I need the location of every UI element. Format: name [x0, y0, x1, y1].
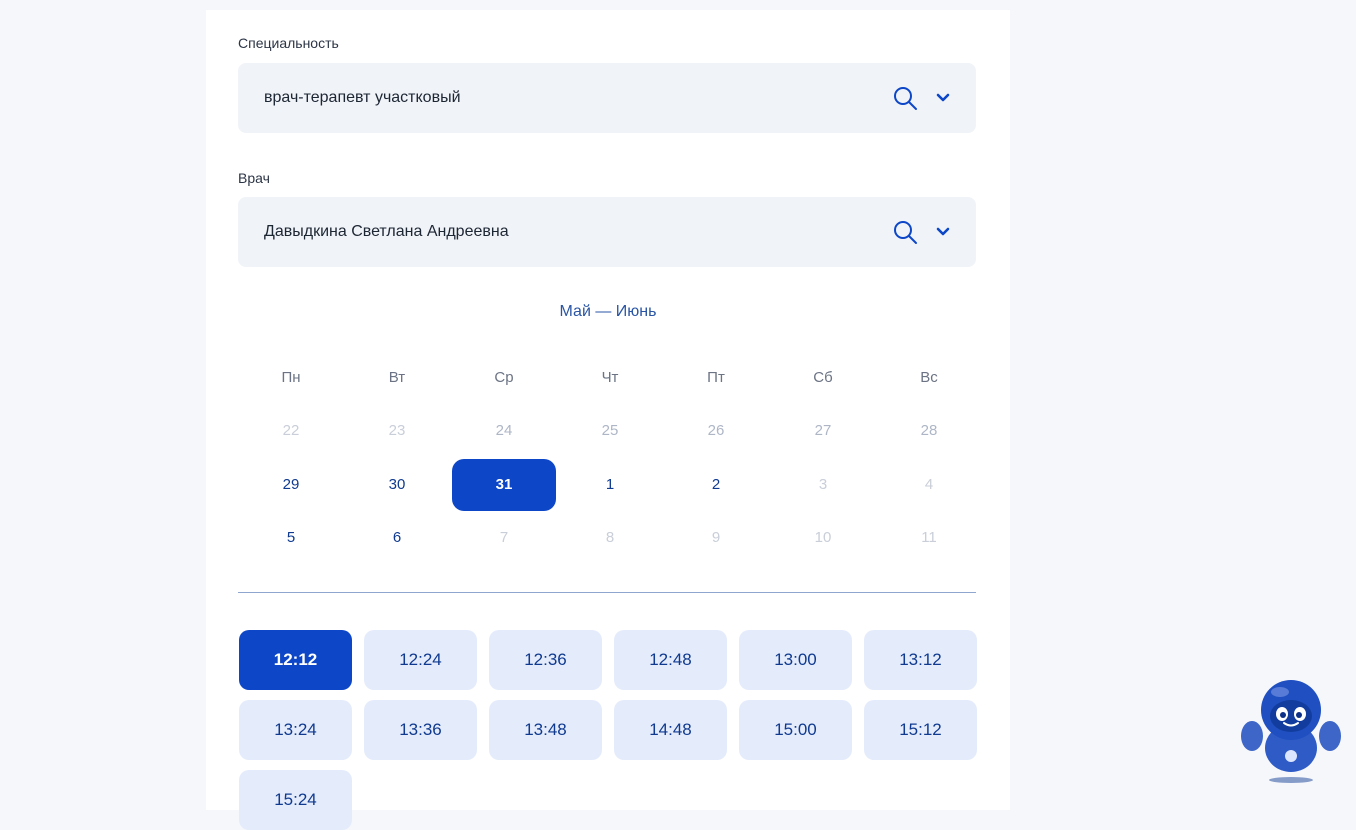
weekday-label: Пн	[281, 369, 301, 386]
calendar-day[interactable]: 5	[239, 512, 343, 564]
calendar-day: 24	[495, 422, 513, 439]
specialty-value: врач-терапевт участковый	[264, 89, 461, 106]
weekday-label: Сб	[813, 369, 833, 386]
time-slot[interactable]: 13:12	[864, 630, 977, 690]
doctor-select[interactable]: Давыдкина Светлана Андреевна	[238, 197, 976, 267]
time-slot[interactable]: 12:48	[614, 630, 727, 690]
calendar-day[interactable]: 30	[345, 459, 449, 511]
calendar-day[interactable]: 29	[239, 459, 343, 511]
calendar-day: 25	[601, 422, 619, 439]
calendar-day: 9	[711, 529, 721, 546]
time-slot-selected[interactable]: 12:12	[239, 630, 352, 690]
calendar-day[interactable]: 1	[558, 459, 662, 511]
time-slot[interactable]: 12:24	[364, 630, 477, 690]
calendar-day-selected[interactable]: 31	[452, 459, 556, 511]
calendar-day[interactable]: 6	[345, 512, 449, 564]
time-slot[interactable]: 14:48	[614, 700, 727, 760]
divider	[238, 592, 976, 593]
calendar-day: 23	[388, 422, 406, 439]
weekday-label: Пт	[707, 369, 725, 386]
calendar-day: 3	[818, 476, 828, 493]
chevron-down-icon[interactable]	[936, 227, 950, 237]
weekday-label: Вс	[920, 369, 938, 386]
calendar-day: 27	[814, 422, 832, 439]
doctor-label: Врач	[238, 170, 270, 186]
appointment-panel: Специальность врач-терапевт участковый В…	[206, 10, 1010, 830]
weekday-label: Чт	[601, 369, 619, 386]
calendar-day: 28	[920, 422, 938, 439]
time-slot[interactable]: 15:00	[739, 700, 852, 760]
time-slot[interactable]: 13:36	[364, 700, 477, 760]
search-icon[interactable]	[892, 85, 918, 111]
specialty-select[interactable]: врач-терапевт участковый	[238, 63, 976, 133]
calendar-day: 26	[707, 422, 725, 439]
calendar-day: 8	[605, 529, 615, 546]
chevron-down-icon[interactable]	[936, 93, 950, 103]
time-slot[interactable]: 13:48	[489, 700, 602, 760]
time-slot[interactable]: 13:24	[239, 700, 352, 760]
search-icon[interactable]	[892, 219, 918, 245]
specialty-label: Специальность	[238, 35, 339, 51]
calendar-day: 22	[282, 422, 300, 439]
calendar-day: 10	[814, 529, 832, 546]
doctor-value: Давыдкина Светлана Андреевна	[264, 223, 509, 240]
weekday-label: Вт	[388, 369, 406, 386]
robot-assistant-icon[interactable]	[1240, 676, 1342, 786]
weekday-label: Ср	[494, 369, 514, 386]
time-slot[interactable]: 12:36	[489, 630, 602, 690]
calendar-day: 7	[499, 529, 509, 546]
calendar-day[interactable]: 2	[664, 459, 768, 511]
calendar-day: 11	[921, 529, 937, 546]
calendar-month-range[interactable]: Май — Июнь	[206, 303, 1010, 321]
calendar-day: 4	[924, 476, 934, 493]
time-slot[interactable]: 15:12	[864, 700, 977, 760]
time-slot[interactable]: 15:24	[239, 770, 352, 830]
time-slot[interactable]: 13:00	[739, 630, 852, 690]
